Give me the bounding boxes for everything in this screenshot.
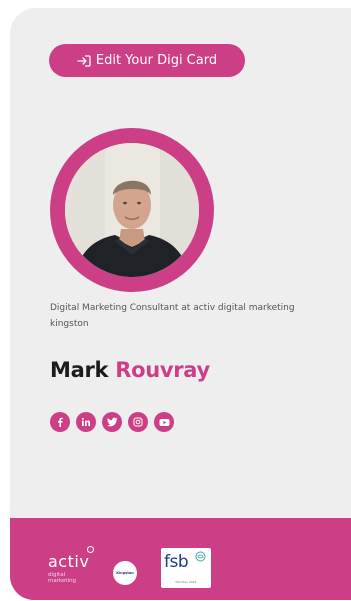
sign-in-icon [77,54,91,67]
avatar [50,128,214,292]
job-title: Digital Marketing Consultant at activ di… [50,303,295,329]
first-name: Mark [50,358,109,382]
fsb-swirl-icon [195,551,206,562]
edit-digi-card-label: Edit Your Digi Card [95,53,218,68]
digi-card: Edit Your Digi Card Digital Marketing Co… [10,8,351,600]
fsb-caption: Member 2023 [175,580,197,584]
last-name: Rouvray [115,358,210,382]
facebook-icon [58,417,63,427]
activ-logo-subtitle: digital marketing [48,572,76,584]
social-links [50,412,174,432]
person-name: Mark Rouvray [50,358,210,382]
profile-photo [65,143,199,277]
twitter-link[interactable] [102,412,122,432]
instagram-link[interactable] [128,412,148,432]
activ-logo-word: activ [48,552,90,571]
linkedin-link[interactable] [76,412,96,432]
edit-digi-card-button[interactable]: Edit Your Digi Card [49,44,245,77]
linkedin-icon [81,417,90,426]
footer-banner: activ digital marketing Kingston fsb Mem… [10,518,351,600]
activ-digital-marketing-logo: activ digital marketing [48,546,100,590]
activ-logo-sub-line-2: marketing [48,578,77,584]
youtube-icon [159,418,169,426]
youtube-link[interactable] [154,412,174,432]
fsb-member-badge: fsb Member 2023 [161,548,211,588]
instagram-icon [133,417,143,427]
kingston-badge-label: Kingston [116,571,134,575]
twitter-icon [106,417,117,427]
kingston-badge: Kingston [113,561,137,585]
fsb-logo-word: fsb [164,552,189,572]
facebook-link[interactable] [50,412,70,432]
